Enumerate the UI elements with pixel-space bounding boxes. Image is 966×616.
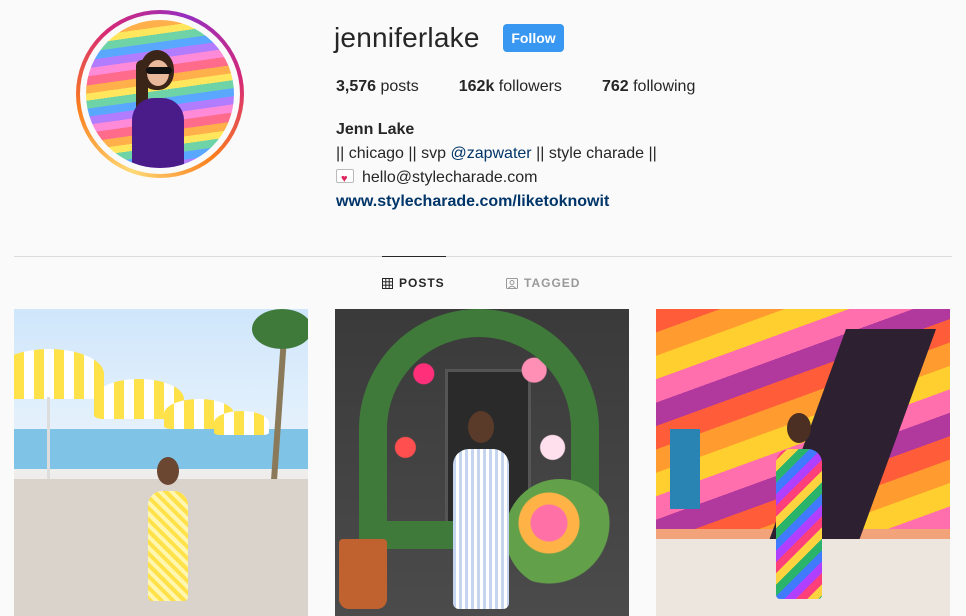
grid-icon	[382, 277, 393, 289]
active-tab-indicator	[382, 256, 446, 257]
plant-pot	[339, 539, 387, 609]
stat-followers[interactable]: 162k followers	[459, 78, 562, 96]
tabs-divider	[14, 256, 952, 257]
post-thumbnail[interactable]	[335, 309, 629, 616]
bio-line-1-prefix: || chicago || svp	[336, 145, 451, 162]
tab-posts-label: POSTS	[399, 276, 445, 290]
profile-username: jenniferlake	[334, 22, 480, 53]
followers-count: 162k	[458, 78, 495, 95]
avatar-body	[132, 98, 184, 168]
bio-mention-link[interactable]: @zapwater	[450, 145, 531, 162]
profile-stats: 3,576 posts 162k followers 762 following	[336, 78, 735, 96]
post-thumbnail[interactable]	[656, 309, 950, 616]
avatar-story-ring[interactable]	[76, 10, 244, 178]
person-dress	[776, 449, 822, 599]
posts-count: 3,576	[336, 78, 377, 95]
bio-line-email: hello@stylecharade.com	[336, 166, 657, 191]
palm-leaves	[252, 309, 308, 349]
person-dress	[453, 449, 509, 609]
following-count: 762	[601, 78, 629, 95]
bio-email: hello@stylecharade.com	[362, 169, 538, 186]
tag-portrait-icon	[506, 277, 518, 289]
following-label: following	[633, 78, 696, 95]
profile-bio: Jenn Lake || chicago || svp @zapwater ||…	[336, 118, 657, 214]
person-head	[157, 457, 179, 485]
umbrella	[214, 411, 269, 435]
flower-bike	[505, 479, 615, 589]
posts-label: posts	[380, 78, 419, 95]
avatar-sunglasses	[146, 67, 172, 74]
person-head	[787, 413, 811, 443]
person-head	[468, 411, 494, 443]
bio-line-1-suffix: || style charade ||	[531, 145, 657, 162]
person-dress	[148, 491, 188, 601]
post-thumbnail[interactable]	[14, 309, 308, 616]
tab-tagged-label: TAGGED	[524, 276, 581, 290]
avatar[interactable]	[86, 20, 234, 168]
follow-button[interactable]: Follow	[503, 24, 564, 52]
stat-posts: 3,576 posts	[336, 78, 419, 96]
stat-following[interactable]: 762 following	[602, 78, 695, 96]
love-letter-icon	[336, 167, 354, 191]
blue-door	[670, 429, 700, 509]
umbrella	[14, 349, 104, 399]
bio-line-1: || chicago || svp @zapwater || style cha…	[336, 142, 657, 166]
followers-label: followers	[498, 78, 562, 95]
bio-website-link[interactable]: www.stylecharade.com/liketoknowit	[336, 193, 609, 210]
tab-posts[interactable]: POSTS	[382, 276, 445, 290]
tab-tagged[interactable]: TAGGED	[506, 276, 580, 290]
profile-full-name: Jenn Lake	[336, 121, 415, 138]
